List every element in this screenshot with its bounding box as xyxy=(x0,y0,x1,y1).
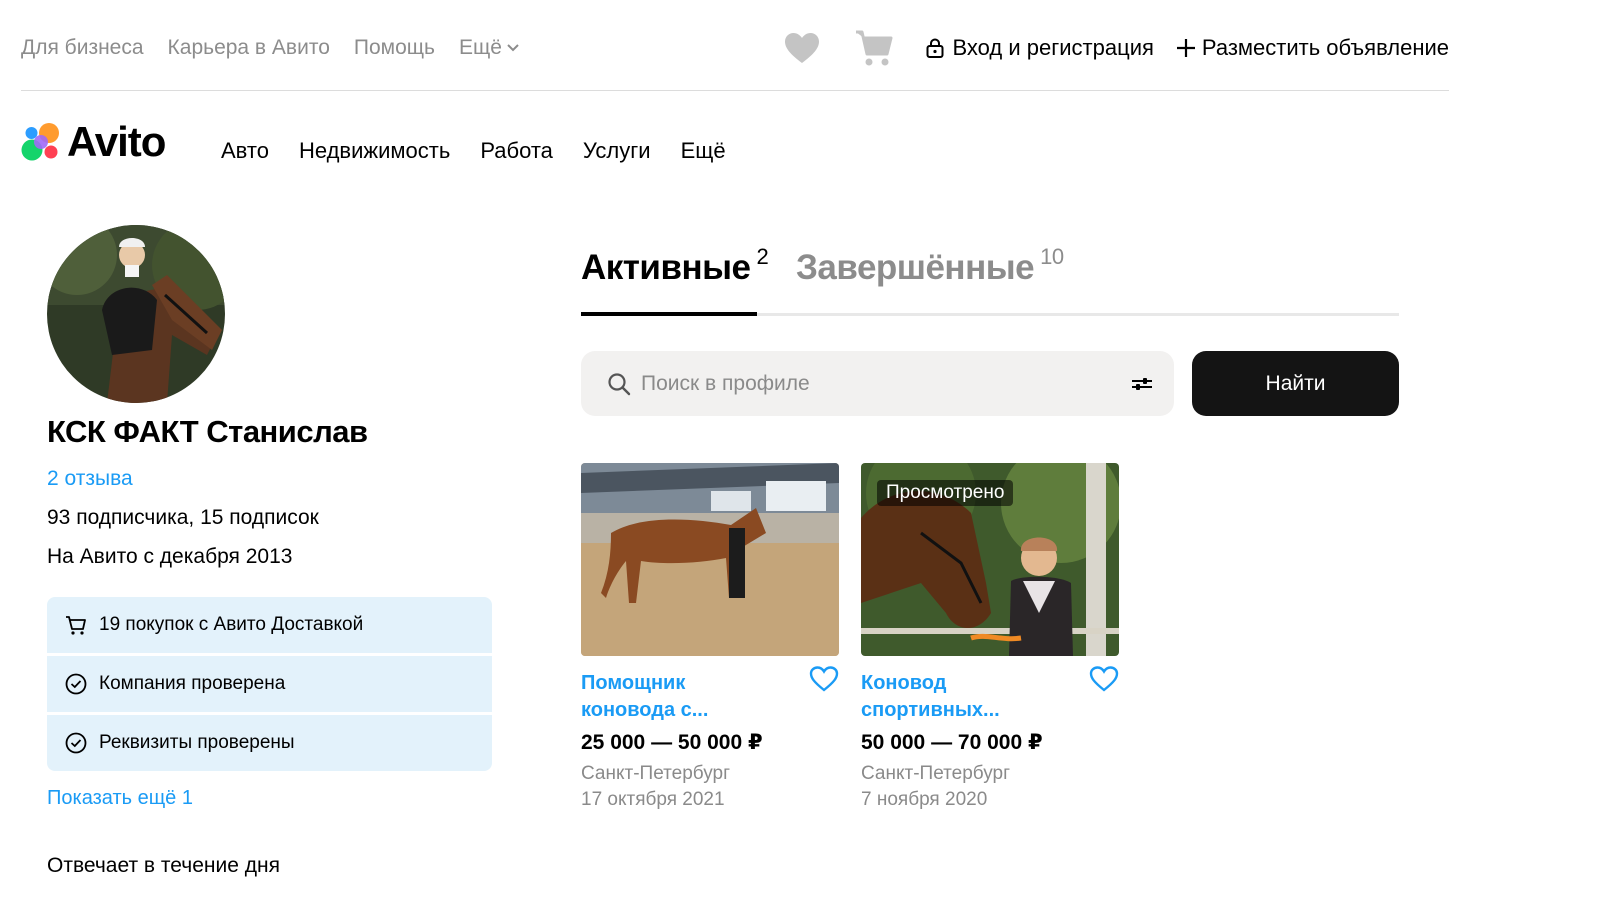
nav-item-jobs[interactable]: Работа xyxy=(480,138,553,164)
main-nav: Авто Недвижимость Работа Услуги Ещё xyxy=(221,138,726,164)
listing-date: 7 ноября 2020 xyxy=(861,789,988,810)
heart-icon xyxy=(785,33,820,63)
top-actions: Вход и регистрация Разместить объявление xyxy=(782,28,1449,68)
listing-title-line: спортивных... xyxy=(861,699,1000,721)
lock-icon xyxy=(926,38,944,58)
cart-icon xyxy=(856,30,893,66)
profile-badges: 19 покупок с Авито Доставкой Компания пр… xyxy=(47,597,492,774)
listing-title[interactable]: Коновод спортивных... xyxy=(861,670,1071,724)
profile-avatar xyxy=(47,225,225,403)
heart-icon[interactable] xyxy=(1089,665,1119,693)
tab-active-count: 2 xyxy=(756,244,769,269)
search-icon xyxy=(608,372,631,395)
badge-requisites-verified: Реквизиты проверены xyxy=(47,715,492,771)
badge-label: Компания проверена xyxy=(99,673,286,694)
listing-price: 25 000 — 50 000 ₽ xyxy=(581,731,763,754)
logo-wordmark: Avito xyxy=(67,118,166,165)
top-more-menu[interactable]: Ещё xyxy=(459,36,520,60)
top-more-label: Ещё xyxy=(459,36,502,59)
search-submit-button[interactable]: Найти xyxy=(1192,351,1399,416)
badge-label: 19 покупок с Авито Доставкой xyxy=(99,614,364,635)
listing-title-line: Помощник xyxy=(581,672,686,694)
reviews-link[interactable]: 2 отзыва xyxy=(47,467,133,491)
listing-card[interactable]: Просмотрено Коновод спортивных... 50 000… xyxy=(861,463,1119,811)
profile-search-input[interactable] xyxy=(641,371,1130,396)
plus-icon xyxy=(1176,39,1195,57)
avito-logo[interactable]: Avito xyxy=(21,118,166,165)
check-circle-icon xyxy=(65,673,87,695)
top-links: Для бизнеса Карьера в Авито Помощь Ещё xyxy=(21,36,520,60)
badge-label: Реквизиты проверены xyxy=(99,732,295,753)
post-ad-button[interactable]: Разместить объявление xyxy=(1176,35,1449,61)
listing-title-line: Коновод xyxy=(861,672,947,694)
tab-active[interactable]: Активные 2 xyxy=(581,244,769,288)
badge-company-verified: Компания проверена xyxy=(47,656,492,712)
avito-logo-icon xyxy=(21,123,59,161)
nav-item-auto[interactable]: Авто xyxy=(221,138,269,164)
link-career[interactable]: Карьера в Авито xyxy=(168,36,330,60)
listing-card[interactable]: Помощник коновода с... 25 000 — 50 000 ₽… xyxy=(581,463,839,811)
viewed-badge: Просмотрено xyxy=(877,480,1014,506)
listing-date: 17 октября 2021 xyxy=(581,789,725,810)
post-ad-label: Разместить объявление xyxy=(1201,35,1449,60)
listing-title[interactable]: Помощник коновода с... xyxy=(581,670,791,724)
listing-title-line: коновода с... xyxy=(581,699,709,721)
cart-button[interactable] xyxy=(854,28,894,68)
listing-photo[interactable] xyxy=(581,463,839,656)
tab-completed-count: 10 xyxy=(1040,244,1064,269)
nav-item-realty[interactable]: Недвижимость xyxy=(299,138,450,164)
check-circle-icon xyxy=(65,732,87,754)
response-time: Отвечает в течение дня xyxy=(47,854,280,877)
link-help[interactable]: Помощь xyxy=(354,36,435,60)
tab-active-label: Активные xyxy=(581,248,751,287)
favorites-button[interactable] xyxy=(782,28,822,68)
login-button[interactable]: Вход и регистрация xyxy=(926,35,1154,61)
nav-item-services[interactable]: Услуги xyxy=(583,138,651,164)
listing-price: 50 000 — 70 000 ₽ xyxy=(861,731,1043,754)
listing-tabs: Активные 2 Завершённые 10 xyxy=(581,244,1399,316)
listing-photo[interactable]: Просмотрено xyxy=(861,463,1119,656)
profile-search-box xyxy=(581,351,1174,416)
badge-delivery-purchases: 19 покупок с Авито Доставкой xyxy=(47,597,492,653)
login-label: Вход и регистрация xyxy=(952,35,1154,60)
top-utility-bar: Для бизнеса Карьера в Авито Помощь Ещё В… xyxy=(21,0,1449,91)
tab-active-indicator xyxy=(581,312,757,316)
member-since: На Авито с декабря 2013 xyxy=(47,545,293,568)
listing-city: Санкт-Петербург xyxy=(861,763,1011,784)
nav-item-more[interactable]: Ещё xyxy=(681,138,726,164)
filter-icon[interactable] xyxy=(1130,375,1154,393)
subscribers-info[interactable]: 93 подписчика, 15 подписок xyxy=(47,506,319,530)
show-more-link[interactable]: Показать ещё 1 xyxy=(47,787,193,810)
link-for-business[interactable]: Для бизнеса xyxy=(21,36,144,60)
tab-completed-label: Завершённые xyxy=(796,248,1035,287)
profile-name: КСК ФАКТ Станислав xyxy=(47,414,368,449)
tab-completed[interactable]: Завершённые 10 xyxy=(796,244,1064,288)
cart-icon xyxy=(66,616,86,635)
chevron-down-icon xyxy=(507,44,519,52)
heart-icon[interactable] xyxy=(809,665,839,693)
listing-city: Санкт-Петербург xyxy=(581,763,731,784)
